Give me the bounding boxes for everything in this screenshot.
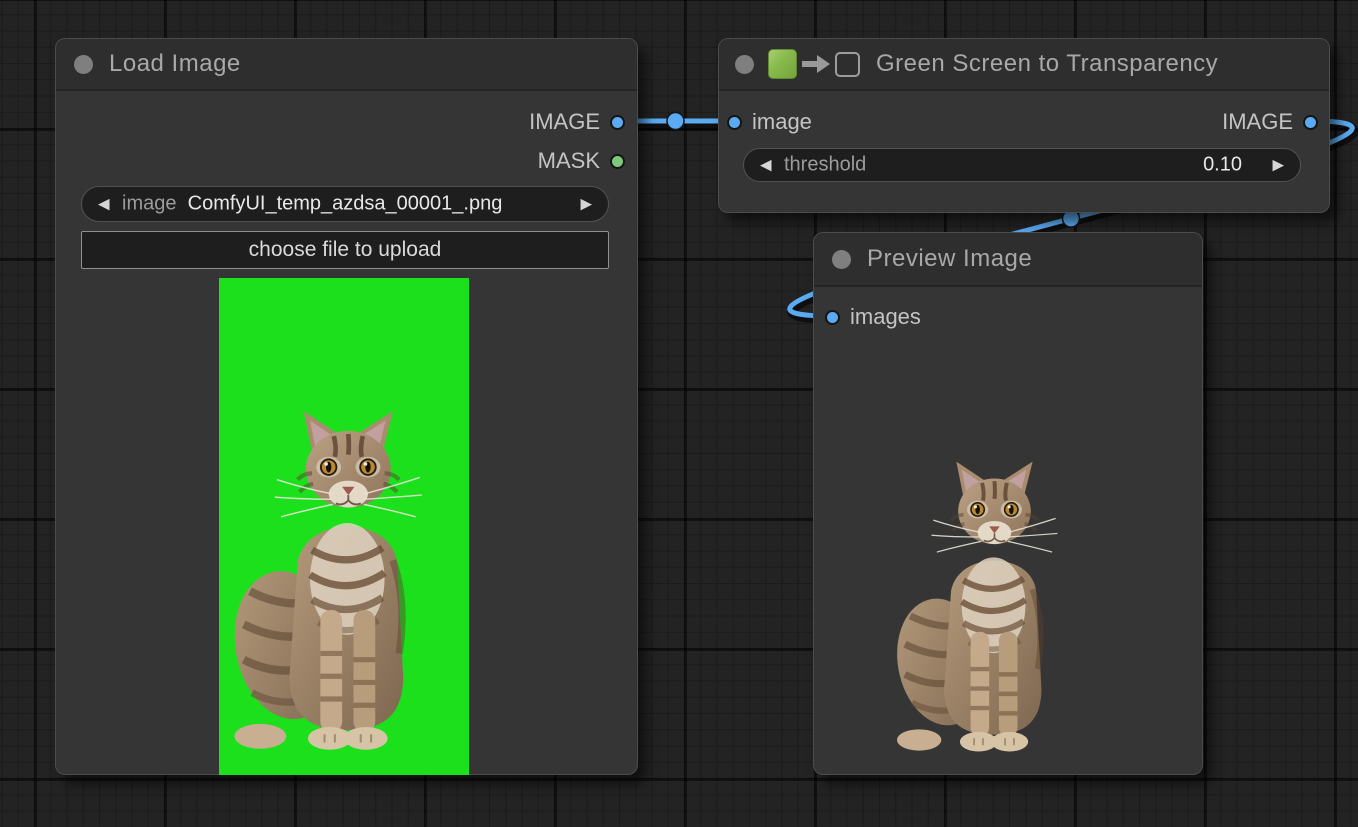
threshold-decrease-icon[interactable]: ◀ bbox=[760, 158, 772, 173]
input-slot-dot[interactable] bbox=[825, 310, 840, 325]
collapse-dot-icon[interactable] bbox=[74, 55, 93, 74]
output-slot-label: MASK bbox=[538, 148, 600, 174]
output-slot-label: IMAGE bbox=[1222, 109, 1293, 135]
transparent-square-icon bbox=[835, 52, 860, 77]
input-slot-label: images bbox=[850, 304, 921, 330]
threshold-increase-icon[interactable]: ▶ bbox=[1272, 158, 1284, 173]
node-preview-image[interactable]: Preview Image images bbox=[813, 232, 1203, 775]
threshold-widget[interactable]: ◀ threshold 0.10 ▶ bbox=[743, 148, 1301, 182]
input-slot-label: image bbox=[752, 109, 812, 135]
node-load-image[interactable]: Load Image IMAGE MASK ◀ image ComfyUI_te… bbox=[55, 38, 638, 775]
node-title-bar[interactable]: Preview Image bbox=[814, 233, 1202, 287]
combo-value: ComfyUI_temp_azdsa_00001_.png bbox=[188, 193, 503, 216]
output-slot-label: IMAGE bbox=[529, 109, 600, 135]
combo-label: image bbox=[122, 193, 176, 216]
graph-canvas[interactable]: { "canvas": { "background_color": "#2323… bbox=[0, 0, 1358, 827]
input-slot-images[interactable]: images bbox=[825, 304, 921, 330]
collapse-dot-icon[interactable] bbox=[735, 55, 754, 74]
arrow-right-icon bbox=[800, 53, 832, 75]
output-slot-image[interactable]: IMAGE bbox=[529, 109, 625, 135]
node-title-bar[interactable]: Load Image bbox=[56, 39, 637, 91]
node-title-icons bbox=[768, 49, 860, 79]
node-title-bar[interactable]: Green Screen to Transparency bbox=[719, 39, 1329, 91]
node-green-screen-to-transparency[interactable]: Green Screen to Transparency image IMAGE… bbox=[718, 38, 1330, 213]
threshold-label: threshold bbox=[784, 154, 866, 177]
preview-cat-image bbox=[889, 456, 1084, 758]
loaded-image-preview bbox=[219, 278, 469, 775]
choose-file-button[interactable]: choose file to upload bbox=[81, 231, 609, 269]
collapse-dot-icon[interactable] bbox=[832, 250, 851, 269]
combo-right-arrow-icon[interactable]: ▶ bbox=[580, 197, 592, 212]
input-slot-dot[interactable] bbox=[727, 115, 742, 130]
node-title: Preview Image bbox=[867, 245, 1032, 273]
greenscreen-cat-image bbox=[225, 405, 453, 757]
node-title: Load Image bbox=[109, 50, 241, 78]
threshold-value: 0.10 bbox=[1203, 154, 1242, 177]
combo-left-arrow-icon[interactable]: ◀ bbox=[98, 197, 110, 212]
output-slot-image[interactable]: IMAGE bbox=[1222, 109, 1318, 135]
input-slot-image[interactable]: image bbox=[727, 109, 812, 135]
link-midpoint-dot bbox=[667, 113, 684, 130]
output-slot-mask[interactable]: MASK bbox=[538, 148, 625, 174]
output-slot-dot[interactable] bbox=[1303, 115, 1318, 130]
choose-file-button-label: choose file to upload bbox=[249, 238, 442, 262]
node-title: Green Screen to Transparency bbox=[876, 50, 1218, 78]
image-combo-widget[interactable]: ◀ image ComfyUI_temp_azdsa_00001_.png ▶ bbox=[81, 186, 609, 222]
output-slot-dot[interactable] bbox=[610, 115, 625, 130]
output-slot-dot[interactable] bbox=[610, 154, 625, 169]
green-square-icon bbox=[768, 49, 797, 79]
